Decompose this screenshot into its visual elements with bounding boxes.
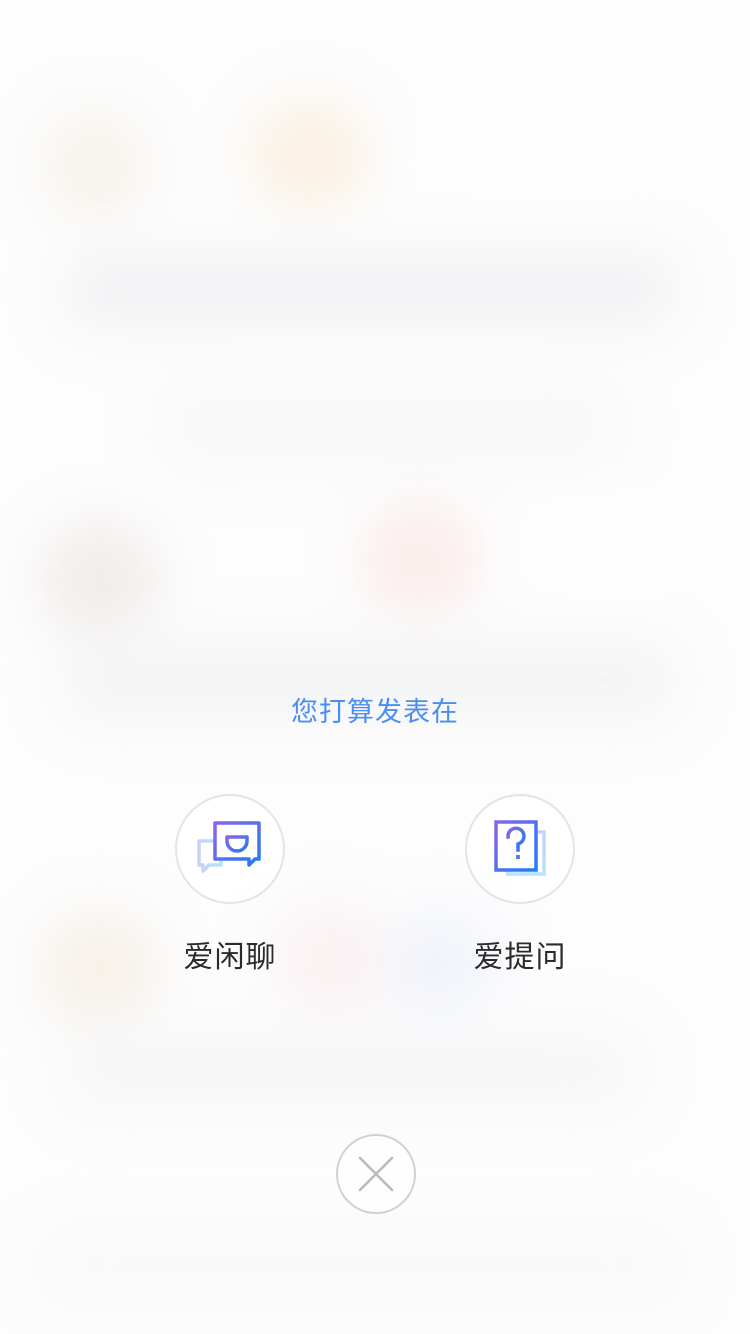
close-icon [358, 1156, 394, 1192]
option-ask-icon-circle[interactable] [465, 794, 575, 904]
chat-bubble-smile-icon [197, 821, 261, 873]
option-ask-label: 爱提问 [473, 940, 567, 975]
option-chat-icon-circle[interactable] [175, 794, 285, 904]
post-destination-prompt: 您打算发表在 [291, 697, 459, 728]
option-chat-button[interactable]: 爱闲聊 [140, 794, 320, 976]
option-chat-label: 爱闲聊 [183, 940, 277, 975]
option-ask-button[interactable]: 爱提问 [430, 794, 610, 976]
question-card-icon [494, 820, 546, 876]
close-button[interactable] [336, 1134, 416, 1214]
